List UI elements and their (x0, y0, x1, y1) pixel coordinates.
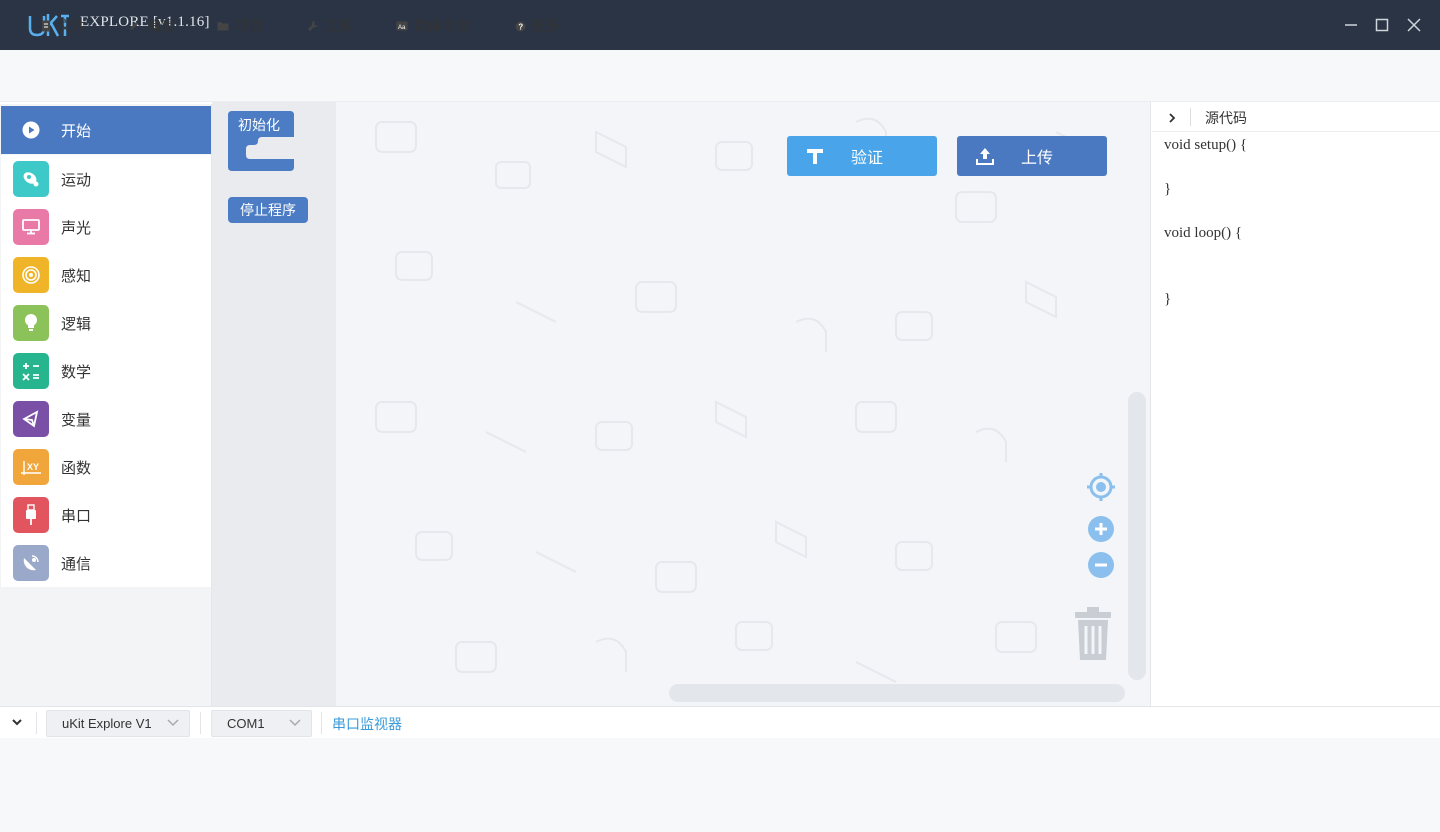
menu-project[interactable]: 项目 (217, 16, 263, 36)
function-icon: XY (13, 449, 49, 485)
chevron-down-icon[interactable] (10, 715, 24, 729)
menu-bar (0, 50, 1440, 102)
trash-icon[interactable] (1073, 606, 1113, 662)
file-icon (40, 20, 52, 32)
port-select-value: COM1 (227, 716, 265, 731)
chevron-down-icon (289, 719, 301, 727)
category-sensor[interactable]: 感知 (1, 251, 211, 299)
source-code-header (1152, 104, 1440, 132)
menu-tools[interactable]: 工具 (307, 16, 353, 36)
category-label: 变量 (61, 410, 92, 429)
menu-file-label: 文件 (58, 19, 86, 35)
category-label: 声光 (61, 218, 92, 237)
menu-tools-label: 工具 (325, 19, 353, 35)
monitor-icon (13, 209, 49, 245)
menu-language-label: 简体中文 (414, 19, 470, 35)
folder-icon (217, 20, 229, 32)
svg-text:Aa: Aa (398, 25, 406, 31)
code-line: void setup() { (1164, 137, 1248, 153)
status-divider (321, 712, 322, 734)
category-start[interactable]: 开始 (1, 106, 211, 154)
menu-edit[interactable]: 编辑 (128, 16, 174, 36)
source-code-title: 源代码 (1205, 111, 1247, 127)
code-line: } (1164, 291, 1172, 307)
category-sound-light[interactable]: 声光 (1, 203, 211, 251)
source-code-panel (1150, 102, 1440, 706)
menu-more-label: 更多 (532, 19, 560, 35)
status-divider (36, 712, 37, 734)
upload-button[interactable]: 上传 (957, 136, 1107, 176)
block-workspace[interactable] (336, 102, 1150, 706)
recenter-icon[interactable] (1086, 472, 1116, 502)
sensor-icon (13, 257, 49, 293)
block-flyout (212, 102, 336, 706)
wrench-icon (307, 20, 319, 32)
stop-program-block[interactable]: 停止程序 (228, 197, 308, 223)
category-variable[interactable]: 变量 (1, 395, 211, 443)
minimize-button[interactable] (1338, 12, 1364, 38)
init-block-label: 初始化 (238, 118, 280, 134)
minimize-icon (1345, 24, 1357, 26)
zoom-out-icon[interactable] (1087, 551, 1115, 579)
category-label: 函数 (61, 458, 92, 477)
menu-file[interactable]: 文件 (40, 16, 86, 36)
status-divider (200, 712, 201, 734)
usb-icon (13, 497, 49, 533)
workspace-vertical-scrollbar[interactable] (1128, 392, 1146, 680)
menu-edit-label: 编辑 (146, 19, 174, 35)
category-label: 逻辑 (61, 314, 92, 333)
board-select[interactable]: uKit Explore V1 (46, 710, 190, 737)
variable-icon (13, 401, 49, 437)
collapse-panel-button[interactable] (1164, 110, 1180, 126)
language-icon: Aa (396, 20, 408, 32)
category-label: 数学 (61, 362, 92, 381)
category-serial[interactable]: 串口 (1, 491, 211, 539)
category-motion[interactable]: 运动 (1, 155, 211, 203)
category-label: 感知 (61, 266, 92, 285)
verify-button[interactable]: 验证 (787, 136, 937, 176)
bulb-icon (13, 305, 49, 341)
help-icon: ? (514, 20, 526, 32)
category-label: 通信 (61, 554, 92, 573)
chevron-right-icon (1169, 113, 1176, 123)
bottom-area (0, 738, 1440, 832)
chevron-down-icon (167, 719, 179, 727)
title-bar: EXPLORE [v1.1.16] (0, 0, 1440, 50)
close-button[interactable] (1401, 12, 1427, 38)
serial-monitor-link[interactable]: 串口监视器 (332, 714, 402, 734)
edit-icon (128, 20, 140, 32)
category-label: 运动 (61, 170, 92, 189)
motion-icon (13, 161, 49, 197)
code-line: } (1164, 181, 1172, 197)
maximize-button[interactable] (1369, 12, 1395, 38)
menu-language[interactable]: Aa 简体中文 (396, 16, 470, 36)
verify-label: 验证 (850, 148, 883, 167)
category-logic[interactable]: 逻辑 (1, 299, 211, 347)
port-select[interactable]: COM1 (211, 710, 312, 737)
svg-text:?: ? (518, 22, 523, 31)
close-icon (1407, 18, 1421, 32)
category-label: 串口 (61, 506, 92, 525)
menu-more[interactable]: ? 更多 (514, 16, 560, 36)
workspace-pattern (375, 117, 1087, 683)
maximize-icon (1375, 18, 1389, 32)
menu-project-label: 项目 (235, 19, 263, 35)
zoom-in-icon[interactable] (1087, 515, 1115, 543)
category-label: 开始 (61, 121, 92, 140)
board-select-value: uKit Explore V1 (62, 716, 152, 731)
satellite-icon (13, 545, 49, 581)
category-communication[interactable]: 通信 (1, 539, 211, 587)
svg-text:XY: XY (27, 462, 39, 472)
workspace-horizontal-scrollbar[interactable] (669, 684, 1125, 702)
upload-label: 上传 (1020, 148, 1053, 167)
header-divider (1190, 108, 1191, 126)
category-math[interactable]: 数学 (1, 347, 211, 395)
category-function[interactable]: XY 函数 (1, 443, 211, 491)
code-line: void loop() { (1164, 225, 1243, 241)
play-icon (13, 112, 49, 148)
math-icon (13, 353, 49, 389)
